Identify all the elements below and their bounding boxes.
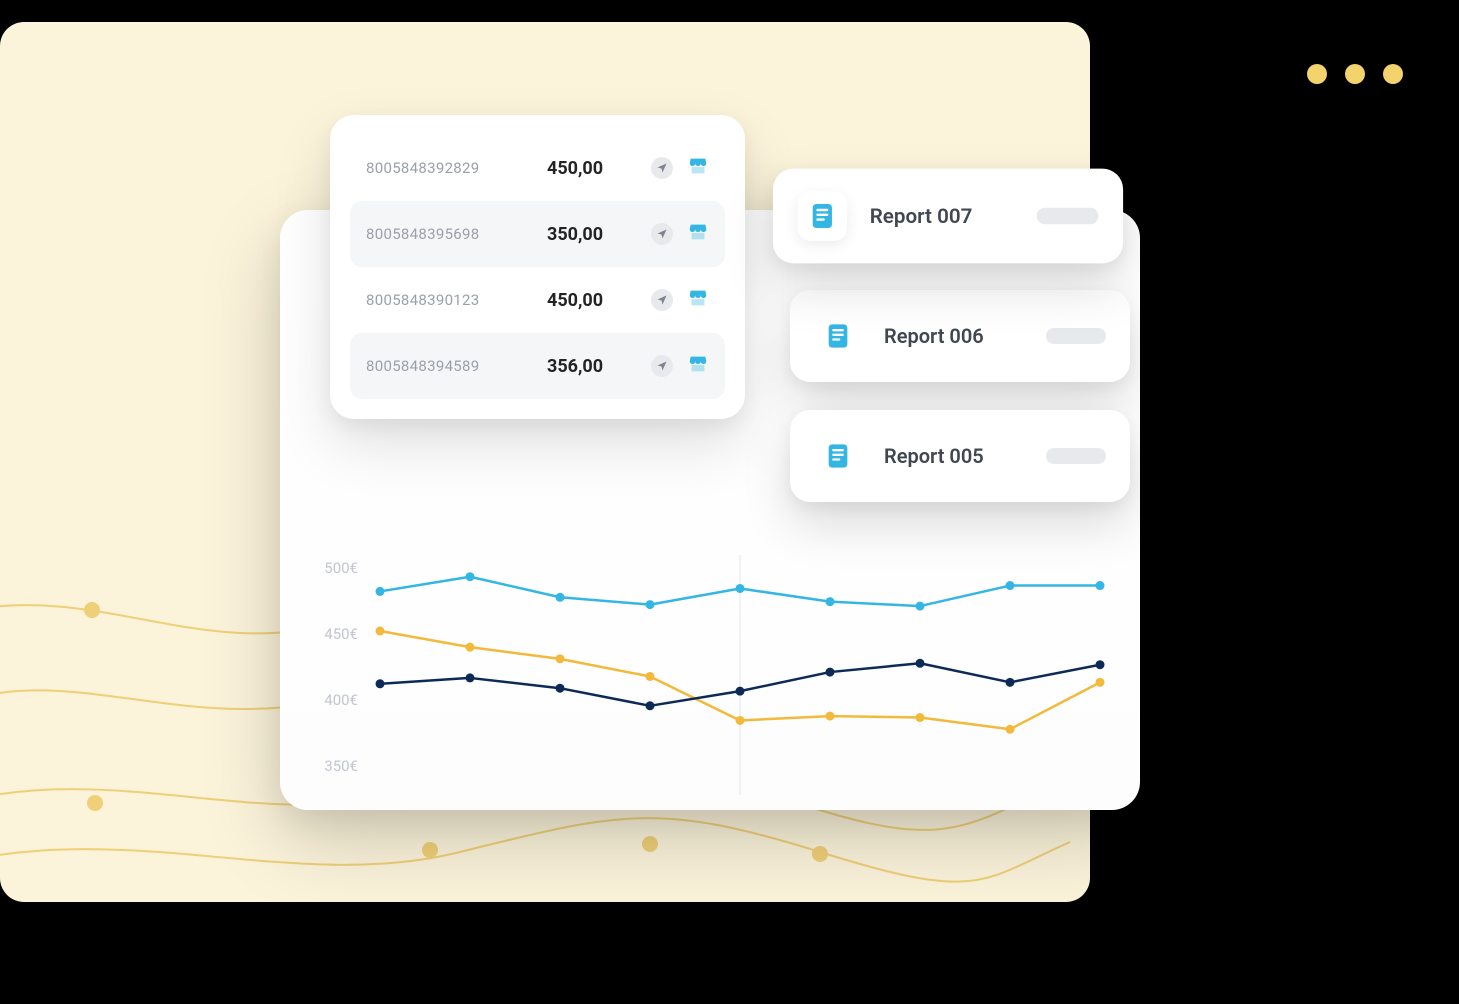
chart-canvas — [370, 555, 1110, 795]
placeholder-pill — [1037, 208, 1099, 224]
transaction-id: 8005848394589 — [366, 357, 547, 375]
y-tick: 400€ — [310, 691, 370, 709]
y-tick: 500€ — [310, 559, 370, 577]
transaction-id: 8005848392829 — [366, 159, 547, 177]
store-icon[interactable] — [687, 221, 709, 247]
transactions-card: 8005848392829 450,00 8005848395698 350,0… — [330, 115, 745, 419]
document-icon — [814, 432, 862, 480]
placeholder-pill — [1046, 328, 1106, 344]
window-dot — [1345, 64, 1365, 84]
y-tick: 450€ — [310, 625, 370, 643]
y-tick: 350€ — [310, 757, 370, 775]
transaction-amount: 450,00 — [547, 158, 647, 179]
store-icon[interactable] — [687, 353, 709, 379]
report-item[interactable]: Report 006 — [790, 290, 1130, 382]
line-chart: 500€ 450€ 400€ 350€ — [310, 555, 1110, 795]
transaction-id: 8005848395698 — [366, 225, 547, 243]
reports-list: Report 007 Report 006 Report 005 — [790, 170, 1130, 502]
report-item[interactable]: Report 005 — [790, 410, 1130, 502]
document-icon — [798, 191, 847, 240]
table-row[interactable]: 8005848395698 350,00 — [350, 201, 725, 267]
navigate-icon[interactable] — [651, 355, 673, 377]
table-row[interactable]: 8005848390123 450,00 — [350, 267, 725, 333]
window-dot — [1307, 64, 1327, 84]
transaction-amount: 350,00 — [547, 224, 647, 245]
report-label: Report 006 — [884, 324, 1024, 348]
navigate-icon[interactable] — [651, 289, 673, 311]
window-controls — [1307, 64, 1403, 84]
store-icon[interactable] — [687, 287, 709, 313]
placeholder-pill — [1046, 448, 1106, 464]
table-row[interactable]: 8005848394589 356,00 — [350, 333, 725, 399]
transaction-amount: 450,00 — [547, 290, 647, 311]
navigate-icon[interactable] — [651, 223, 673, 245]
report-label: Report 005 — [884, 444, 1024, 468]
document-icon — [814, 312, 862, 360]
transaction-amount: 356,00 — [547, 356, 647, 377]
report-label: Report 007 — [870, 204, 1014, 229]
report-item[interactable]: Report 007 — [773, 169, 1123, 264]
store-icon[interactable] — [687, 155, 709, 181]
window-dot — [1383, 64, 1403, 84]
table-row[interactable]: 8005848392829 450,00 — [350, 135, 725, 201]
y-axis-labels: 500€ 450€ 400€ 350€ — [310, 555, 370, 795]
navigate-icon[interactable] — [651, 157, 673, 179]
transaction-id: 8005848390123 — [366, 291, 547, 309]
